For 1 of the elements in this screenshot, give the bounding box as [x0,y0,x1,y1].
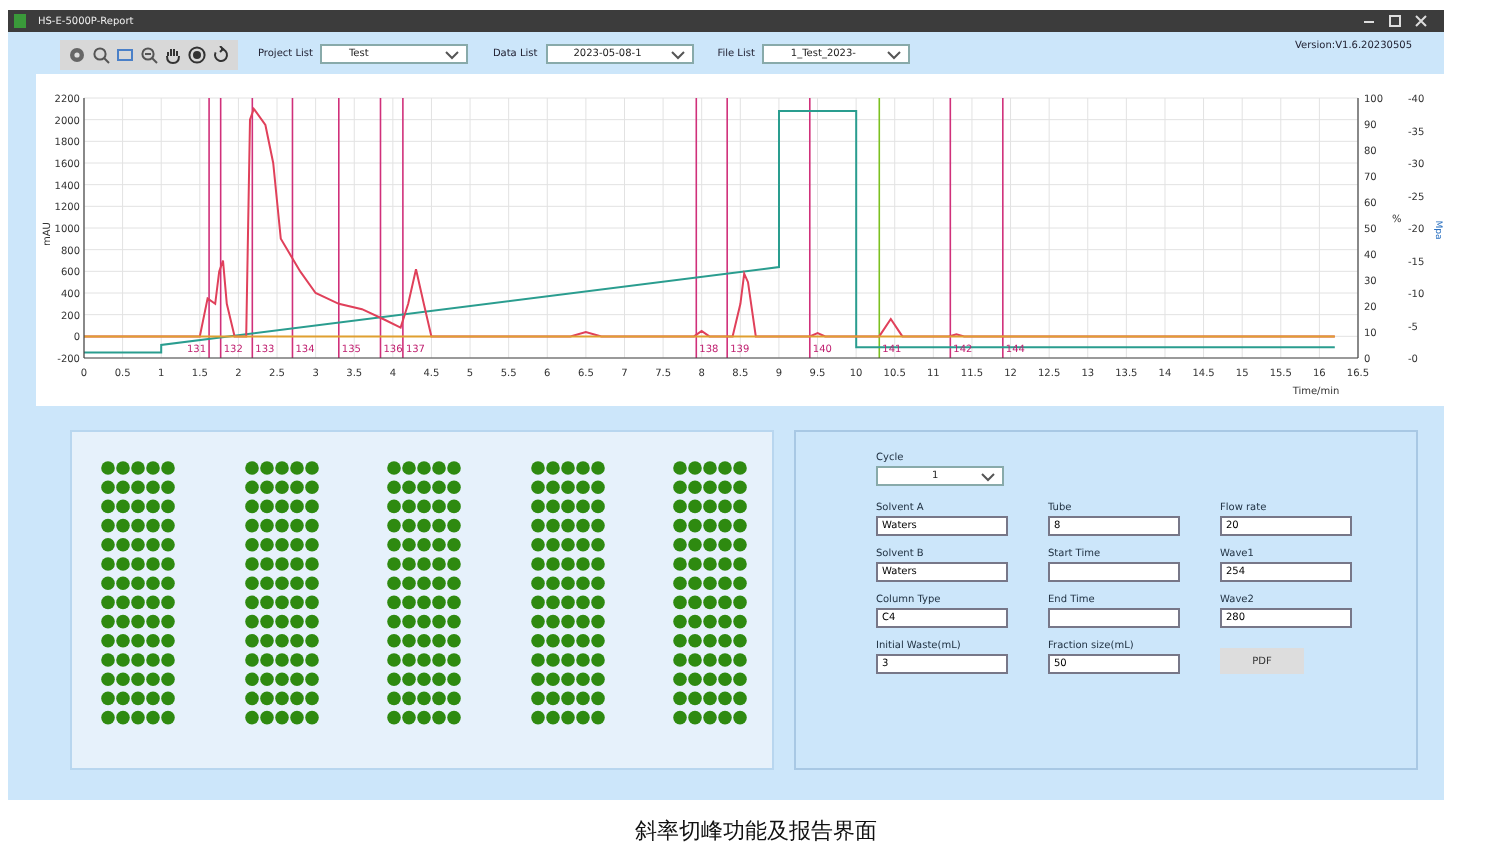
figure-caption: 斜率切峰功能及报告界面 [633,816,879,846]
